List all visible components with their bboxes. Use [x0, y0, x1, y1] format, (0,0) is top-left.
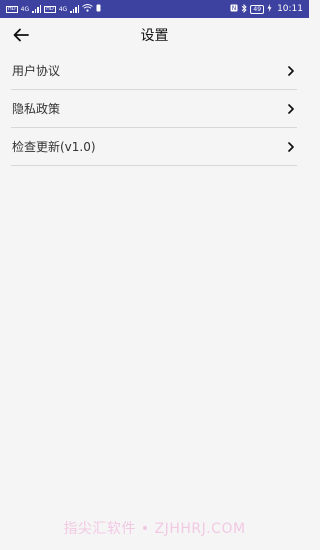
- back-button[interactable]: [10, 24, 32, 46]
- sim-icon: [96, 4, 101, 14]
- menu-item-label: 隐私政策: [12, 102, 61, 116]
- wifi-icon: [82, 4, 93, 14]
- hd-badge: HD: [6, 5, 18, 13]
- nfc-icon: N: [230, 4, 238, 14]
- menu-item-user-agreement[interactable]: 用户协议: [11, 52, 297, 90]
- menu-item-check-update[interactable]: 检查更新(v1.0): [11, 128, 297, 166]
- signal-icon: [32, 5, 42, 13]
- page-title: 设置: [140, 28, 169, 44]
- menu-item-privacy-policy[interactable]: 隐私政策: [11, 90, 297, 128]
- menu-item-label: 用户协议: [12, 64, 61, 78]
- svg-text:N: N: [232, 5, 237, 12]
- hd-badge-2: HD: [44, 5, 56, 13]
- menu-item-label: 检查更新(v1.0): [12, 140, 96, 154]
- app-header: 设置: [0, 18, 309, 52]
- charging-icon: [267, 4, 272, 14]
- watermark: 指尖汇软件 • ZJHHRJ.COM: [63, 521, 246, 537]
- chevron-right-icon: [285, 65, 297, 77]
- signal-icon-2: [70, 5, 80, 13]
- status-left: HD 4G HD 4G: [6, 4, 101, 14]
- arrow-left-icon: [13, 28, 29, 42]
- bluetooth-icon: [241, 3, 248, 15]
- status-bar: HD 4G HD 4G N 49 10:11: [0, 0, 309, 18]
- status-right: N 49 10:11: [230, 3, 303, 15]
- settings-list: 用户协议 隐私政策 检查更新(v1.0): [11, 52, 297, 166]
- network-label-2: 4G: [58, 5, 68, 13]
- chevron-right-icon: [285, 103, 297, 115]
- chevron-right-icon: [285, 141, 297, 153]
- network-label: 4G: [20, 5, 30, 13]
- clock: 10:11: [277, 4, 303, 14]
- battery-icon: 49: [250, 4, 265, 14]
